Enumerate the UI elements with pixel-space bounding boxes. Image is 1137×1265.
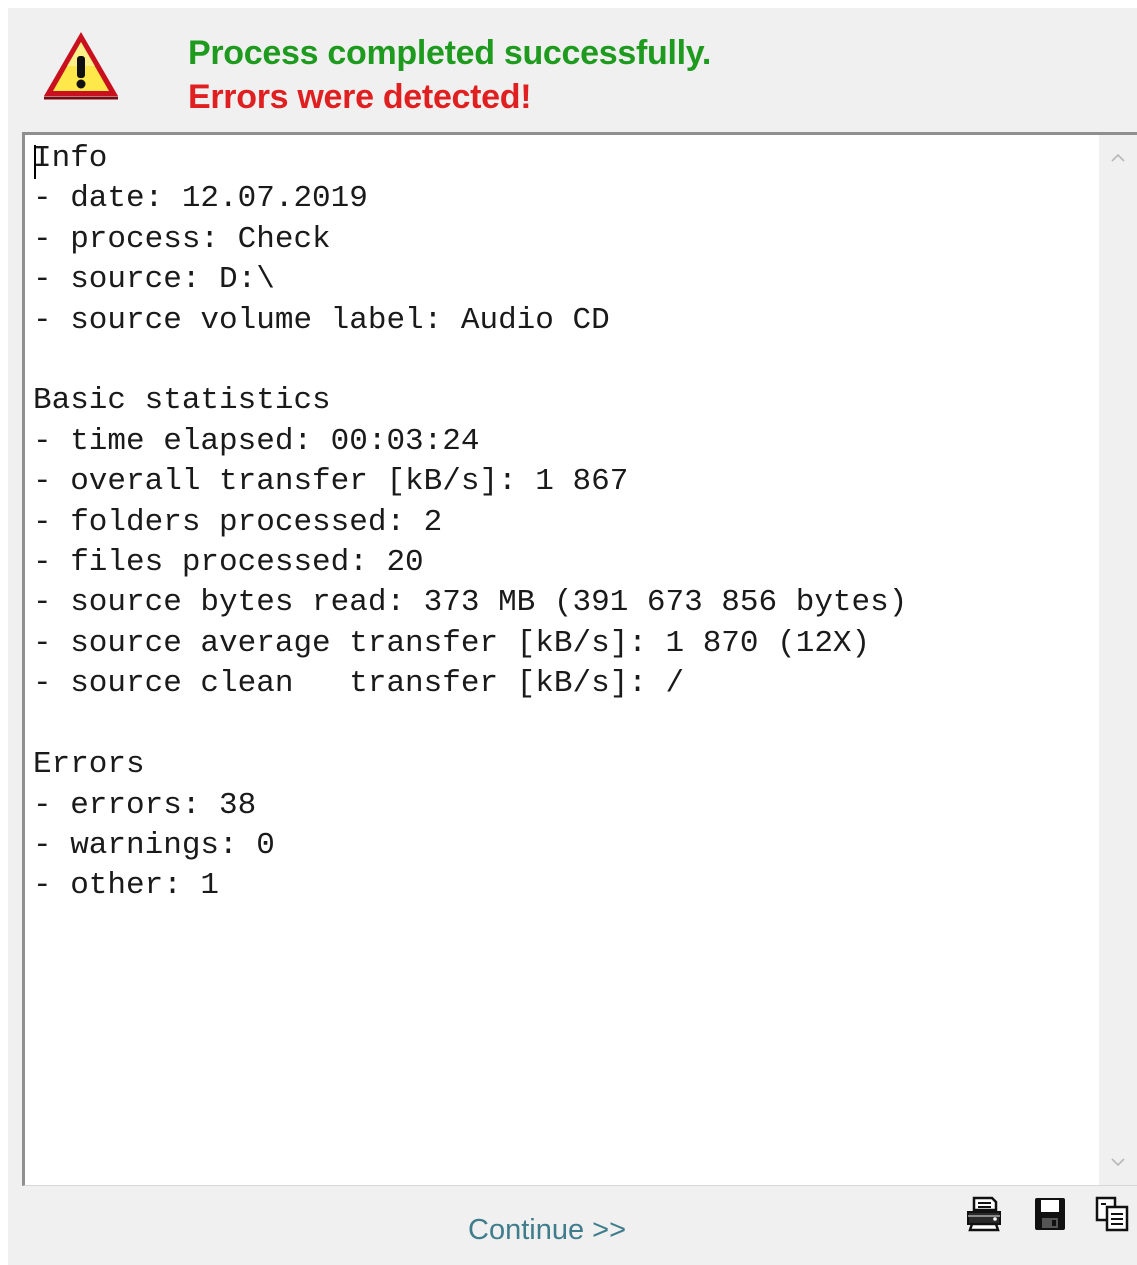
printer-icon[interactable] bbox=[964, 1194, 1004, 1234]
scroll-down-button[interactable] bbox=[1099, 1143, 1137, 1181]
report-content[interactable]: Info - date: 12.07.2019 - process: Check… bbox=[33, 139, 1093, 1179]
chevron-down-icon bbox=[1111, 1158, 1125, 1167]
continue-button[interactable]: Continue >> bbox=[468, 1214, 626, 1247]
vertical-scrollbar[interactable] bbox=[1099, 135, 1137, 1185]
save-icon[interactable] bbox=[1030, 1194, 1070, 1234]
result-dialog: Process completed successfully. Errors w… bbox=[8, 8, 1137, 1265]
success-message: Process completed successfully. bbox=[188, 34, 711, 72]
chevron-up-icon bbox=[1111, 153, 1125, 162]
scroll-up-button[interactable] bbox=[1099, 139, 1137, 177]
copy-icon[interactable] bbox=[1092, 1194, 1132, 1234]
report-text-area[interactable]: Info - date: 12.07.2019 - process: Check… bbox=[22, 132, 1137, 1186]
warning-icon bbox=[44, 32, 118, 100]
error-message: Errors were detected! bbox=[188, 78, 532, 116]
text-caret bbox=[34, 145, 36, 179]
